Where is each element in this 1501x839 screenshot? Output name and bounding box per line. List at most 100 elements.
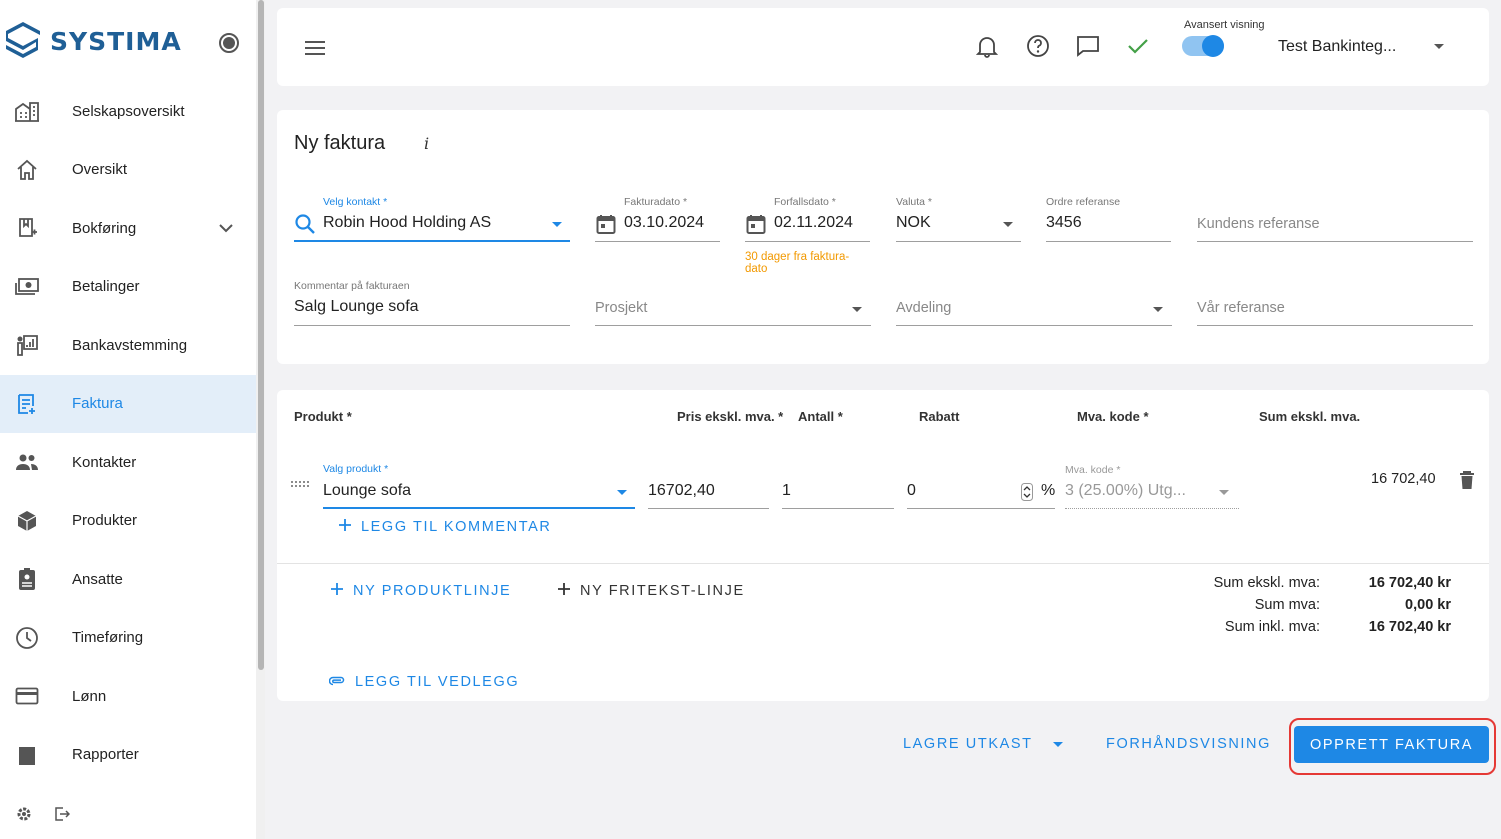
department-placeholder: Avdeling (896, 300, 952, 316)
sidebar-item-bokforing[interactable]: Bokføring (0, 199, 256, 258)
chevron-down-icon[interactable] (1053, 742, 1063, 747)
systima-logo-icon (6, 22, 40, 58)
currency-select[interactable]: Valuta * NOK (896, 194, 1021, 242)
company-icon (14, 98, 40, 124)
number-stepper-icon[interactable] (1021, 483, 1033, 506)
add-comment-label: LEGG TIL KOMMENTAR (361, 519, 552, 535)
sidebar-item-produkter[interactable]: Produkter (0, 492, 256, 551)
sidebar-item-oversikt[interactable]: Oversikt (0, 141, 256, 200)
invoice-date-value: 03.10.2024 (624, 214, 705, 231)
chevron-down-icon[interactable] (1434, 44, 1444, 49)
due-date-value: 02.11.2024 (774, 214, 853, 231)
advanced-view-toggle[interactable] (1182, 35, 1224, 57)
column-header-qty: Antall * (798, 409, 843, 424)
search-icon (294, 213, 316, 240)
plus-icon (558, 583, 570, 599)
project-select[interactable]: Prosjekt (595, 278, 871, 326)
sum-incl-value: 16 702,40 kr (1368, 619, 1451, 635)
invoice-lines-card: Produkt * Pris ekskl. mva. * Antall * Ra… (277, 390, 1489, 701)
sidebar-item-lonn[interactable]: Lønn (0, 667, 256, 726)
contact-select[interactable]: Velg kontakt * Robin Hood Holding AS (294, 194, 570, 242)
sidebar-item-label: Kontakter (72, 453, 137, 471)
new-text-line-button[interactable]: NY FRITEKST-LINJE (558, 583, 745, 599)
column-header-product: Produkt * (294, 409, 352, 424)
sidebar-item-ansatte[interactable]: Ansatte (0, 550, 256, 609)
chevron-down-icon[interactable] (617, 490, 627, 495)
sidebar-item-selskapsoversikt[interactable]: Selskapsoversikt (0, 82, 256, 141)
trash-icon[interactable] (1459, 470, 1475, 495)
sidebar-item-betalinger[interactable]: Betalinger (0, 258, 256, 317)
sidebar-footer (16, 806, 71, 827)
sum-excl-value: 16 702,40 kr (1368, 575, 1451, 591)
chevron-down-icon[interactable] (552, 222, 562, 227)
vat-code-label: Mva. kode * (1065, 464, 1121, 476)
check-icon[interactable] (1127, 37, 1149, 60)
add-attachment-link[interactable]: LEGG TIL VEDLEGG (328, 674, 519, 690)
create-invoice-button[interactable]: OPPRETT FAKTURA (1294, 726, 1489, 763)
sidebar-item-rapporter[interactable]: Rapporter (0, 726, 256, 773)
preview-button[interactable]: FORHÅNDSVISNING (1106, 736, 1271, 752)
percent-sign: % (1041, 482, 1056, 499)
project-placeholder: Prosjekt (595, 300, 648, 316)
drag-handle-icon[interactable] (290, 475, 310, 493)
discount-value: 0 (907, 482, 916, 499)
sidebar-item-timeforing[interactable]: Timeføring (0, 609, 256, 668)
sidebar-item-bankavstemming[interactable]: Bankavstemming (0, 316, 256, 375)
sidebar-item-label: Lønn (72, 687, 107, 705)
company-selector[interactable]: Test Bankinteg... (1278, 38, 1396, 56)
column-header-sum: Sum ekskl. mva. (1259, 409, 1361, 424)
quantity-input[interactable]: 1 (782, 461, 894, 509)
invoice-comment-input[interactable]: Kommentar på fakturaen Salg Lounge sofa (294, 278, 570, 326)
chevron-down-icon[interactable] (218, 220, 234, 237)
menu-icon[interactable] (305, 41, 325, 60)
add-comment-link[interactable]: LEGG TIL KOMMENTAR (339, 519, 551, 535)
sidebar-item-label: Bankavstemming (72, 336, 188, 354)
sidebar-item-label: Betalinger (72, 278, 140, 296)
customer-reference-input[interactable]: Kundens referanse (1197, 194, 1473, 242)
order-reference-input[interactable]: Ordre referanse 3456 (1046, 194, 1171, 242)
chevron-down-icon[interactable] (1003, 222, 1013, 227)
contact-label: Velg kontakt * (323, 196, 388, 208)
column-header-vat: Mva. kode * (1077, 409, 1149, 424)
sidebar-item-faktura[interactable]: Faktura (0, 374, 256, 433)
product-select[interactable]: Valg produkt * Lounge sofa (323, 461, 635, 509)
settings-gear-icon[interactable] (16, 806, 32, 827)
due-date-label: Forfallsdato * (774, 196, 836, 208)
sidebar-item-label: Timeføring (72, 629, 144, 647)
home-icon (14, 157, 40, 183)
calendar-icon[interactable] (746, 214, 766, 239)
vat-code-select[interactable]: Mva. kode * 3 (25.00%) Utg... (1065, 461, 1239, 509)
our-reference-input[interactable]: Vår referanse (1197, 278, 1473, 326)
invoice-date-field[interactable]: Fakturadato * 03.10.2024 (595, 194, 720, 242)
department-select[interactable]: Avdeling (896, 278, 1172, 326)
save-draft-button[interactable]: LAGRE UTKAST (903, 736, 1033, 752)
chevron-down-icon (1219, 490, 1229, 495)
chevron-down-icon[interactable] (1153, 307, 1163, 312)
plus-icon (339, 519, 351, 535)
collapse-sidebar-button[interactable] (219, 33, 239, 53)
chevron-down-icon[interactable] (852, 307, 862, 312)
info-icon[interactable]: i (424, 134, 429, 153)
chat-icon[interactable] (1076, 34, 1100, 63)
due-date-field[interactable]: Forfallsdato * 02.11.2024 (745, 194, 870, 242)
notification-bell-icon[interactable] (975, 34, 999, 63)
toggle-knob (1202, 35, 1224, 57)
calendar-icon[interactable] (596, 214, 616, 239)
report-icon (14, 742, 40, 768)
new-text-line-label: NY FRITEKST-LINJE (580, 583, 745, 599)
divider (277, 563, 1489, 564)
logout-icon[interactable] (54, 806, 71, 827)
sum-vat-label: Sum mva: (1254, 597, 1320, 613)
scrollbar-thumb[interactable] (258, 0, 264, 670)
new-product-line-button[interactable]: NY PRODUKTLINJE (331, 583, 511, 599)
column-header-price: Pris ekskl. mva. * (677, 409, 784, 424)
help-icon[interactable] (1026, 34, 1050, 63)
discount-input[interactable]: 0 % (907, 461, 1055, 509)
systima-logo[interactable]: SYSTIMA (4, 20, 182, 62)
contacts-icon (14, 449, 40, 475)
sidebar-scrollbar[interactable] (256, 0, 265, 839)
ledger-icon (14, 215, 40, 241)
price-input[interactable]: 16702,40 (648, 461, 769, 509)
our-reference-placeholder: Vår referanse (1197, 300, 1285, 316)
sidebar-item-kontakter[interactable]: Kontakter (0, 433, 256, 492)
